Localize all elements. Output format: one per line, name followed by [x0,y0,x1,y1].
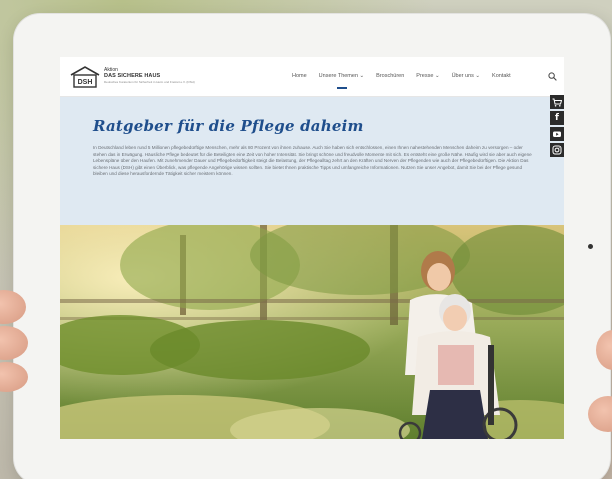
youtube-icon[interactable] [550,127,564,141]
nav-item-unsere-themen[interactable]: Unsere Themen ⌄ [319,73,364,89]
main-navigation: Home Unsere Themen ⌄ Broschüren Presse ⌄… [292,73,511,89]
social-sidebar: f [550,95,564,157]
tablet-camera [588,244,593,249]
nav-item-ueber-uns[interactable]: Über uns ⌄ [452,73,480,79]
caregiver-photo [60,225,564,439]
search-icon[interactable] [548,72,557,81]
intro-text: In Deutschland leben rund 5 Millionen pf… [93,145,532,177]
page-title: Ratgeber für die Pflege daheim [93,117,364,135]
instagram-icon[interactable] [550,143,564,157]
logo-line3: Deutsches Kuratorium für Sicherheit in H… [104,80,195,84]
logo-badge: DSH [78,79,93,86]
nav-item-kontakt[interactable]: Kontakt [492,73,511,79]
tablet-screen: DSH Aktion DAS SICHERE HAUS Deutsches Ku… [60,57,564,439]
logo-line2: DAS SICHERE HAUS [104,73,161,79]
nav-item-presse[interactable]: Presse ⌄ [416,73,439,79]
site-header: DSH Aktion DAS SICHERE HAUS Deutsches Ku… [60,57,564,97]
nav-item-home[interactable]: Home [292,73,307,79]
nav-item-broschueren[interactable]: Broschüren [376,73,404,79]
facebook-icon[interactable]: f [550,111,564,125]
cart-icon[interactable] [550,95,564,109]
dsh-logo-icon[interactable]: DSH [68,65,102,89]
logo-text[interactable]: Aktion DAS SICHERE HAUS Deutsches Kurato… [104,67,195,84]
